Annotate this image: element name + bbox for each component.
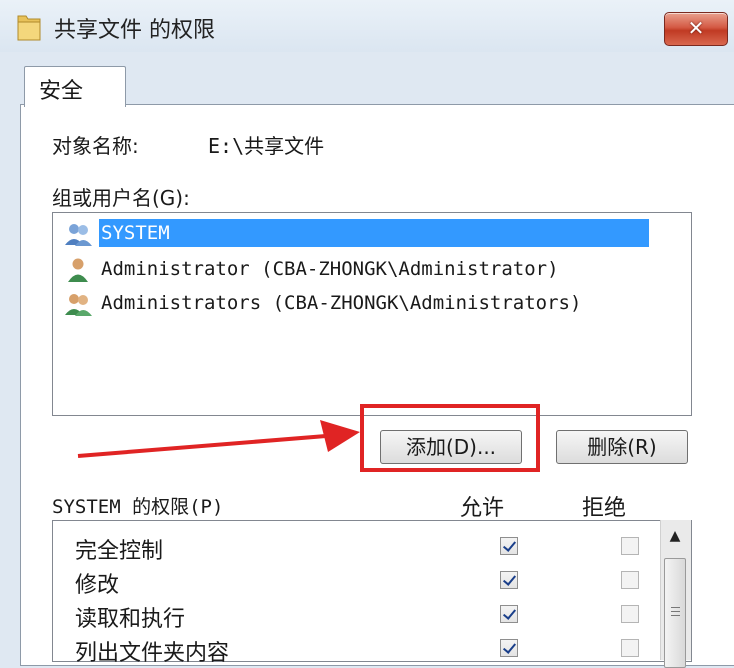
- scroll-up-arrow-icon[interactable]: ▲: [663, 524, 687, 548]
- deny-checkbox[interactable]: [621, 639, 639, 657]
- tab-security-label: 安全: [39, 79, 84, 104]
- list-item-label: Administrators (CBA-ZHONGK\Administrator…: [101, 292, 582, 314]
- permission-row-list-folder: 列出文件夹内容: [75, 633, 639, 666]
- permission-row-read-execute: 读取和执行: [75, 599, 639, 632]
- add-button[interactable]: 添加(D)...: [380, 430, 522, 464]
- permissions-scrollbar[interactable]: ▲: [660, 520, 691, 668]
- close-icon: ✕: [687, 16, 705, 40]
- folder-icon: [17, 15, 41, 41]
- title-bar: 共享文件 的权限 ✕: [0, 0, 734, 52]
- users-group-icon: [65, 294, 92, 316]
- list-item-administrator[interactable]: Administrator (CBA-ZHONGK\Administrator): [59, 253, 687, 285]
- deny-column-header: 拒绝: [582, 496, 627, 521]
- allow-checkbox[interactable]: [500, 537, 518, 555]
- permission-label: 读取和执行: [75, 607, 186, 632]
- grip-line: [671, 607, 680, 608]
- users-group-icon: [65, 224, 92, 246]
- permissions-label: SYSTEM 的权限(P): [52, 496, 224, 518]
- permissions-list: 完全控制 修改 读取和执行 列出文件夹内容: [52, 520, 692, 666]
- deny-checkbox[interactable]: [621, 571, 639, 589]
- list-item-label: SYSTEM: [99, 219, 649, 247]
- list-item-administrators[interactable]: Administrators (CBA-ZHONGK\Administrator…: [59, 287, 687, 319]
- list-item-label: Administrator (CBA-ZHONGK\Administrator): [101, 258, 559, 280]
- grip-line: [671, 611, 680, 612]
- list-item-system[interactable]: SYSTEM: [59, 217, 687, 249]
- grip-line: [671, 615, 680, 616]
- permission-label: 修改: [75, 573, 120, 598]
- object-name-value: E:\共享文件: [208, 134, 325, 158]
- allow-checkbox[interactable]: [500, 571, 518, 589]
- allow-column-header: 允许: [460, 496, 505, 521]
- red-arrow-annotation: [77, 420, 360, 458]
- deny-checkbox[interactable]: [621, 605, 639, 623]
- window-title: 共享文件 的权限: [54, 18, 215, 43]
- allow-checkbox[interactable]: [500, 605, 518, 623]
- remove-button-label: 删除(R): [587, 435, 657, 459]
- group-user-list[interactable]: SYSTEM Administrator (CBA-ZHONGK\Adminis…: [52, 212, 692, 416]
- deny-checkbox[interactable]: [621, 537, 639, 555]
- user-icon: [68, 258, 88, 282]
- allow-checkbox[interactable]: [500, 639, 518, 657]
- permission-label: 列出文件夹内容: [75, 641, 230, 666]
- permission-row-modify: 修改: [75, 565, 639, 598]
- remove-button[interactable]: 删除(R): [556, 430, 688, 464]
- add-button-label: 添加(D)...: [405, 435, 497, 459]
- permission-label: 完全控制: [75, 539, 164, 564]
- object-name-label: 对象名称:: [52, 134, 139, 158]
- tab-security[interactable]: 安全: [24, 66, 126, 107]
- permission-row-full-control: 完全控制: [75, 531, 639, 564]
- group-list-label: 组或用户名(G):: [52, 186, 190, 210]
- close-button[interactable]: ✕: [664, 12, 728, 46]
